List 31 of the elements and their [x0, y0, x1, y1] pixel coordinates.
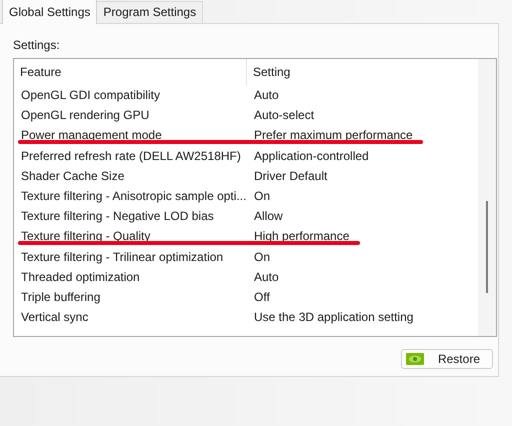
column-header[interactable]: Setting [247, 59, 290, 85]
scrollbar[interactable] [478, 59, 496, 336]
tab[interactable]: Global Settings [2, 0, 98, 24]
table-cell[interactable]: Texture filtering - Quality [14, 229, 247, 244]
restore-button[interactable]: Restore [400, 349, 493, 369]
eye-logo-icon [406, 353, 424, 365]
table-cell[interactable]: Auto [247, 88, 478, 102]
table-cell[interactable]: Preferred refresh rate (DELL AW2518HF) [14, 148, 247, 163]
table-cell[interactable]: Off [247, 290, 478, 304]
table-cell[interactable]: Threaded optimization [14, 270, 247, 284]
table-cell[interactable]: Auto-select [247, 108, 478, 122]
table-cell[interactable]: OpenGL GDI compatibility [14, 88, 247, 102]
settings-label: Settings: [13, 38, 60, 52]
table-cell[interactable]: Texture filtering - Anisotropic sample opti... [14, 189, 247, 204]
table-cell[interactable]: Allow [247, 209, 478, 224]
table-cell[interactable]: Texture filtering - Negative LOD bias [14, 209, 247, 224]
table-cell[interactable]: OpenGL rendering GPU [14, 108, 247, 122]
table-cell[interactable]: On [247, 250, 478, 264]
table-cell[interactable]: Auto [247, 270, 478, 284]
column-header[interactable]: Feature [14, 59, 247, 85]
table-cell[interactable]: Application-controlled [247, 148, 478, 163]
table-cell[interactable]: On [247, 189, 478, 204]
table-cell[interactable]: Triple buffering [14, 290, 247, 304]
tab[interactable]: Program Settings [96, 1, 204, 23]
table-cell[interactable]: Texture filtering - Trilinear optimization [14, 250, 247, 264]
table-cell[interactable]: Use the 3D application setting [247, 310, 478, 324]
table-cell[interactable]: Vertical sync [14, 310, 247, 324]
table-cell[interactable]: Driver Default [247, 168, 478, 183]
table-cell[interactable]: Prefer maximum performance [247, 128, 478, 142]
table-cell[interactable]: Shader Cache Size [14, 168, 247, 183]
table-cell[interactable]: Power management mode [14, 128, 247, 142]
